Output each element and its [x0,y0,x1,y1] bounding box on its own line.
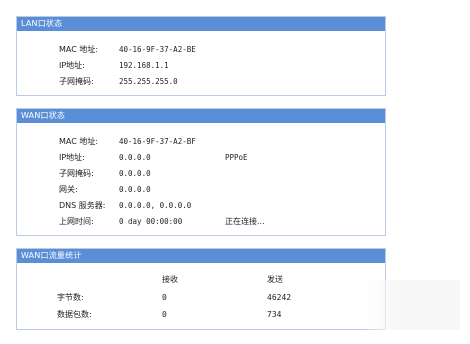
wan-subnet-value: 0.0.0.0 [119,169,151,178]
wan-mac-label: MAC 地址: [59,137,99,146]
wan-dns-value: 0.0.0.0, 0.0.0.0 [119,201,192,210]
wan-ip-value: 0.0.0.0 [119,153,151,162]
lan-subnet-value: 255.255.255.0 [119,77,178,86]
lan-ip-value: 192.168.1.1 [119,61,169,70]
wan-gateway-value: 0.0.0.0 [119,185,151,194]
lan-mac-value: 40-16-9F-37-A2-BE [119,45,196,54]
wan-uptime-label: 上网时间: [59,217,94,226]
wan-dns-label: DNS 服务器: [59,201,106,210]
lan-status-panel: LAN口状态 MAC 地址: 40-16-9F-37-A2-BE IP地址: 1… [16,16,386,96]
packets-label: 数据包数: [57,310,92,319]
send-column-header: 发送 [267,275,283,284]
wan-uptime-value: 0 day 00:00:00 [119,217,183,226]
recv-column-header: 接收 [162,275,178,284]
wan-status-panel: WAN口状态 MAC 地址: 40-16-9F-37-A2-BF IP地址: 0… [16,108,386,236]
wan-connection-status: 正在连接... [225,217,265,226]
wan-traffic-header: WAN口流量统计 [17,249,385,263]
packets-recv-value: 0 [162,310,167,319]
bytes-recv-value: 0 [162,293,167,302]
bytes-label: 字节数: [57,293,84,302]
packets-send-value: 734 [267,310,282,319]
wan-mac-value: 40-16-9F-37-A2-BF [119,137,196,146]
lan-subnet-label: 子网掩码: [59,77,94,86]
lan-status-header: LAN口状态 [17,17,385,31]
wan-ip-label: IP地址: [59,153,85,162]
wan-connection-type: PPPoE [225,153,248,162]
background-fade [360,280,460,330]
lan-mac-label: MAC 地址: [59,45,99,54]
bytes-send-value: 46242 [267,293,292,302]
wan-traffic-panel: WAN口流量统计 接收 发送 字节数: 0 46242 数据包数: 0 734 [16,248,386,330]
lan-ip-label: IP地址: [59,61,85,70]
wan-gateway-label: 网关: [59,185,78,194]
wan-status-header: WAN口状态 [17,109,385,123]
wan-subnet-label: 子网掩码: [59,169,94,178]
